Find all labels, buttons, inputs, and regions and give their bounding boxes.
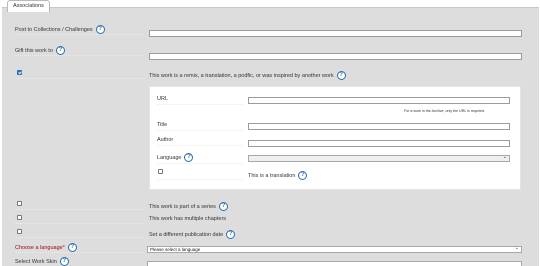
help-icon[interactable]: ?	[67, 243, 77, 252]
choose-language-label: Choose a language*?	[15, 243, 77, 252]
chapters-checkbox[interactable]	[17, 215, 22, 220]
divider	[157, 163, 243, 164]
work-skin-label: Select Work Skin?	[15, 257, 69, 266]
divider	[15, 252, 143, 253]
title-input[interactable]	[248, 123, 510, 130]
help-icon[interactable]: ?	[336, 71, 346, 80]
gift-work-label: Gift this work to?	[15, 46, 65, 55]
url-label: URL	[157, 96, 169, 102]
series-checkbox[interactable]	[17, 201, 22, 206]
help-icon[interactable]: ?	[298, 171, 308, 180]
remix-label: This work is a remix, a translation, a p…	[149, 71, 346, 80]
translation-label: This is a translation?	[248, 171, 308, 180]
pub-date-checkbox[interactable]	[17, 229, 22, 234]
work-skin-select[interactable]	[147, 261, 522, 266]
series-label: This work is part of a series?	[149, 202, 228, 211]
help-icon[interactable]: ?	[95, 25, 105, 34]
chapters-label: This work has multiple chapters	[149, 216, 227, 222]
language-select[interactable]: Please select a language ⌄	[147, 246, 522, 253]
chevron-down-icon: ⌄	[514, 245, 519, 251]
pub-date-label: Set a different publication date?	[149, 230, 236, 239]
divider	[15, 237, 143, 238]
title-label: Title	[157, 122, 168, 128]
remix-checkbox[interactable]	[17, 70, 22, 75]
divider	[157, 104, 243, 105]
translation-checkbox[interactable]	[158, 169, 163, 174]
post-to-collections-input[interactable]	[149, 30, 522, 37]
fieldset-legend: Associations	[7, 0, 50, 12]
url-note: For a work in the Archive, only the URL …	[404, 109, 485, 113]
chevron-down-icon: ⌄	[502, 154, 507, 160]
help-icon[interactable]: ?	[55, 46, 65, 55]
divider	[15, 78, 143, 79]
help-icon[interactable]: ?	[226, 230, 236, 239]
help-icon[interactable]: ?	[218, 202, 228, 211]
url-input[interactable]	[248, 97, 510, 104]
help-icon[interactable]: ?	[184, 153, 194, 162]
author-label: Author	[157, 137, 174, 143]
divider	[15, 34, 143, 35]
language-label: Language?	[157, 153, 194, 162]
parent-work-box: URL For a work in the Archive, only the …	[149, 86, 521, 190]
divider	[157, 130, 243, 131]
divider	[15, 55, 143, 56]
author-input[interactable]	[248, 140, 510, 147]
divider	[15, 223, 143, 224]
divider	[15, 209, 143, 210]
divider	[157, 145, 243, 146]
help-icon[interactable]: ?	[59, 257, 69, 266]
parent-language-select[interactable]: ⌄	[248, 155, 510, 162]
divider	[157, 179, 243, 180]
gift-work-input[interactable]	[149, 53, 522, 60]
post-to-collections-label: Post to Collections / Challenges?	[15, 25, 105, 34]
